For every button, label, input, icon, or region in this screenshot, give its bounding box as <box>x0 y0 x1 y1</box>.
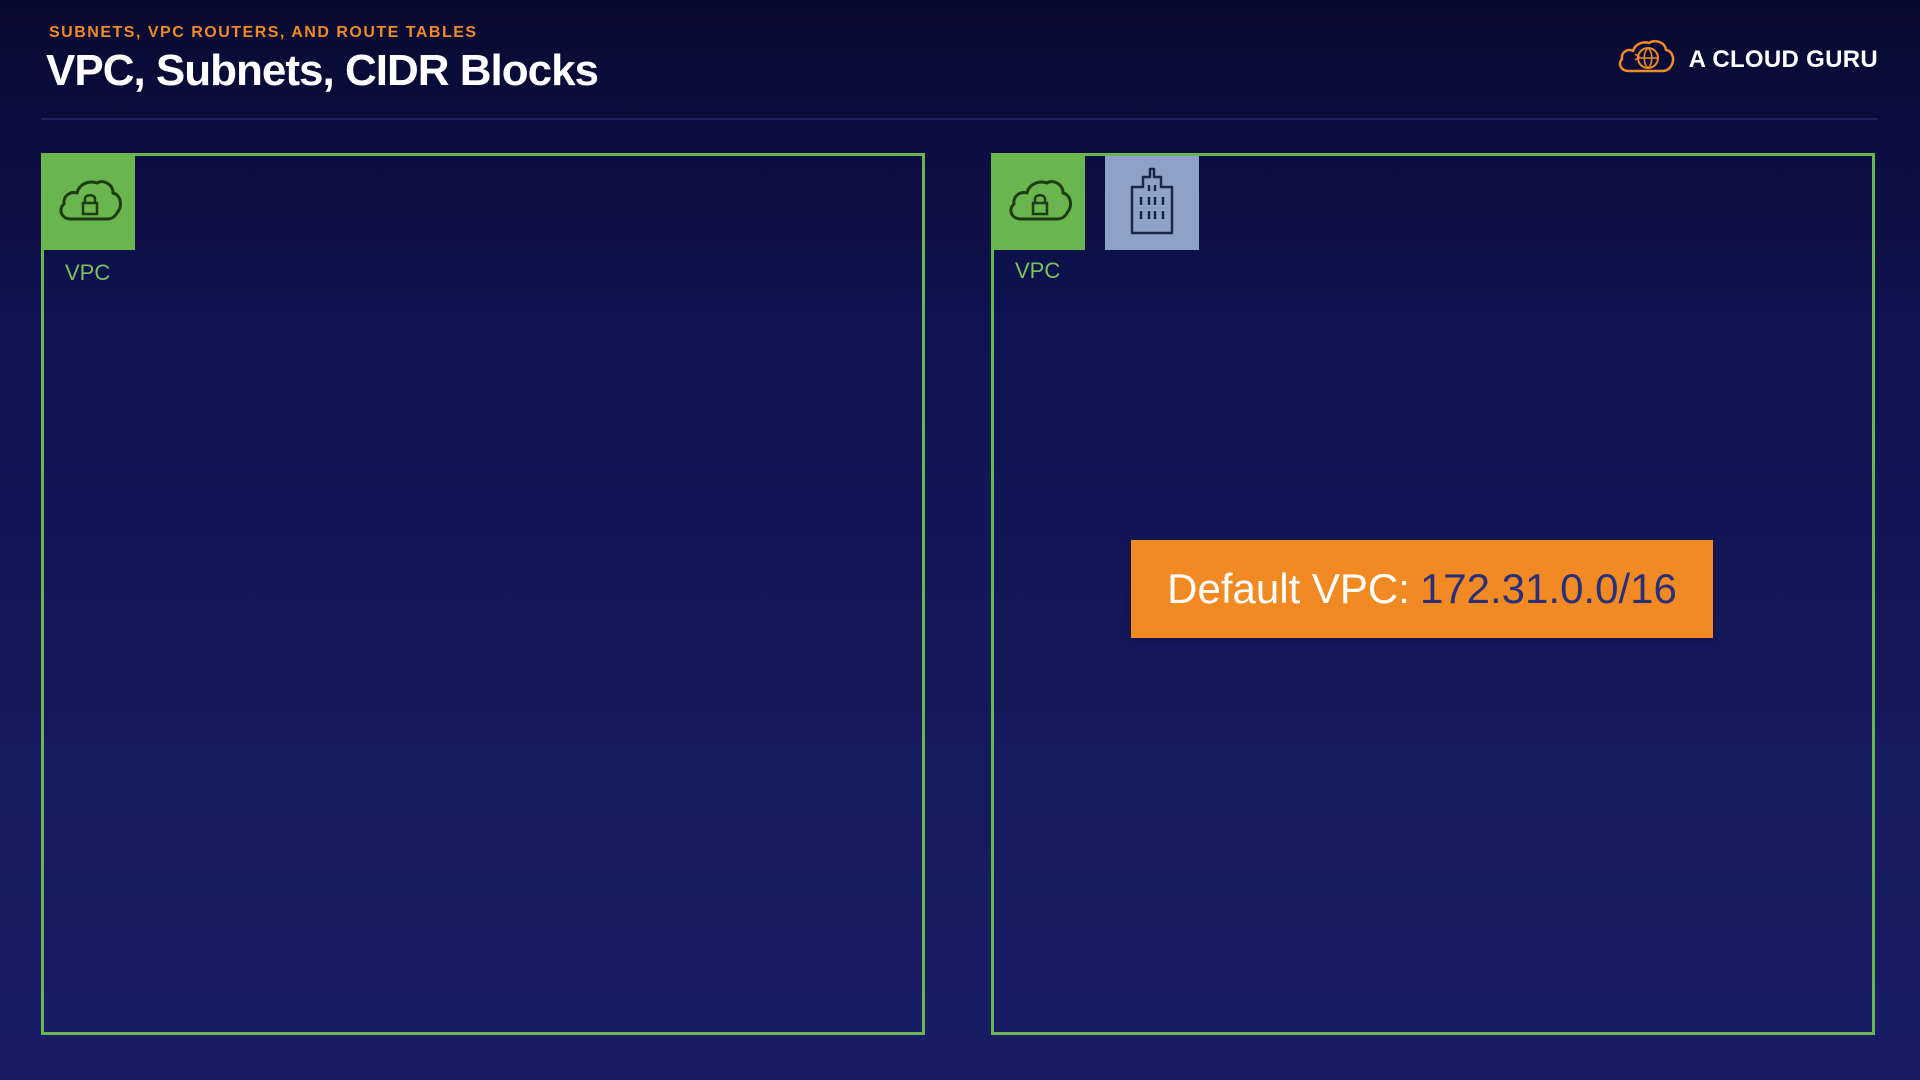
vpc-badge <box>44 156 135 250</box>
header-eyebrow: SUBNETS, VPC ROUTERS, AND ROUTE TABLES <box>49 24 478 41</box>
vpc-label: VPC <box>65 260 111 285</box>
brand: A CLOUD GURU <box>1615 38 1878 81</box>
vpc-label: VPC <box>1015 258 1061 283</box>
building-icon <box>1127 167 1177 240</box>
vpc-box-left: VPC <box>41 153 925 1035</box>
cidr-banner-label: Default VPC: <box>1167 565 1410 612</box>
cloud-lock-icon <box>55 175 125 232</box>
cloud-lock-icon <box>1005 175 1075 232</box>
building-badge <box>1105 156 1199 250</box>
brand-name: A CLOUD GURU <box>1688 45 1878 73</box>
vpc-badge <box>994 156 1085 250</box>
cidr-banner: Default VPC: 172.31.0.0/16 <box>1131 540 1713 638</box>
header-divider <box>41 118 1878 120</box>
page-title: VPC, Subnets, CIDR Blocks <box>46 46 599 95</box>
cidr-banner-value: 172.31.0.0/16 <box>1419 565 1677 612</box>
cloud-logo-icon <box>1615 38 1677 81</box>
